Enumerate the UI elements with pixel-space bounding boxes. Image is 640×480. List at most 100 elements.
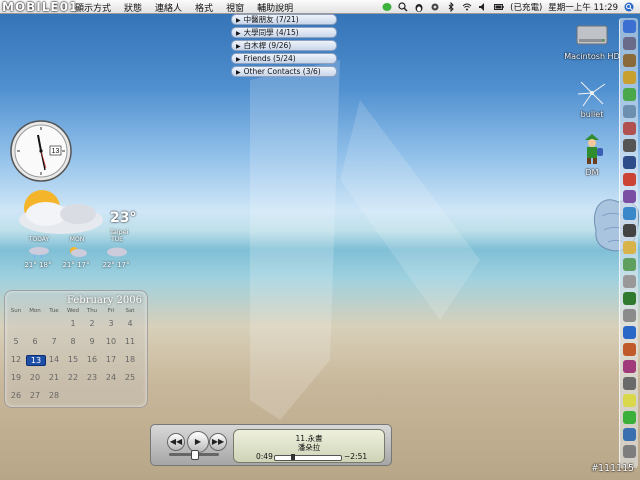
calendar-day[interactable]: 16 (83, 355, 101, 364)
contact-group-item[interactable]: ▶ 中醫朋友 (7/21) (231, 14, 337, 25)
next-track-button[interactable]: ▶▶ (209, 433, 227, 451)
previous-track-button[interactable]: ◀◀ (167, 433, 185, 451)
contact-group-item[interactable]: ▶ 白木桿 (9/26) (231, 40, 337, 51)
calendar-day[interactable]: 24 (102, 373, 120, 382)
dock-app-icon[interactable] (622, 309, 636, 322)
menu-help[interactable]: 輔助說明 (257, 1, 293, 14)
dock-app-icon[interactable] (622, 156, 636, 169)
dock-app-icon[interactable] (622, 411, 636, 424)
wifi-icon[interactable] (462, 2, 472, 12)
dock-app-icon[interactable] (622, 139, 636, 152)
dock-trash-icon[interactable] (622, 445, 636, 458)
gear-icon[interactable] (430, 2, 440, 12)
dock-app-icon[interactable] (622, 275, 636, 288)
dock-app-icon[interactable] (622, 207, 636, 220)
progress-knob[interactable] (290, 454, 295, 460)
disclosure-triangle-icon: ▶ (236, 30, 241, 37)
calendar-day[interactable]: 20 (26, 373, 44, 382)
dock-app-icon[interactable] (622, 241, 636, 254)
menu-view[interactable]: 顯示方式 (75, 1, 111, 14)
fast-forward-icon: ▶▶ (211, 437, 225, 446)
dock-app-icon[interactable] (622, 173, 636, 186)
calendar-month-title: February 2006 (67, 295, 142, 306)
calendar-day[interactable]: 8 (64, 337, 82, 346)
calendar-day[interactable]: 17 (102, 355, 120, 364)
dock-app-icon[interactable] (622, 122, 636, 135)
dock-app-icon[interactable] (622, 326, 636, 339)
forecast-temps: 21° 17° (62, 261, 90, 269)
spotlight-search-icon[interactable] (624, 2, 634, 12)
calendar-day[interactable]: 3 (102, 319, 120, 328)
desktop-icon-label: DM (585, 168, 599, 177)
calendar-today[interactable]: 13 (26, 355, 46, 366)
contact-group-item[interactable]: ▶ 大學同學 (4/15) (231, 27, 337, 38)
cloud-icon (107, 247, 127, 257)
battery-icon[interactable] (494, 2, 504, 12)
menubar-clock[interactable]: 星期一上午 11:29 (548, 1, 618, 13)
dock-app-icon[interactable] (622, 343, 636, 356)
calendar-day[interactable]: 1 (64, 319, 82, 328)
calendar-day[interactable]: 28 (45, 391, 63, 400)
remaining-time: −2:51 (344, 452, 368, 461)
volume-slider-knob[interactable] (191, 450, 199, 460)
contact-group-item[interactable]: ▶ Other Contacts (3/6) (231, 66, 337, 77)
bluetooth-icon[interactable] (446, 2, 456, 12)
dock-app-icon[interactable] (622, 394, 636, 407)
calendar-day[interactable]: 23 (83, 373, 101, 382)
desktop-icon-macintosh-hd[interactable]: Macintosh HD (562, 20, 622, 61)
menu-format[interactable]: 格式 (195, 1, 213, 14)
calendar-day[interactable]: 25 (121, 373, 139, 382)
desktop-icon-dm[interactable]: DM (572, 132, 612, 177)
calendar-day[interactable]: 14 (45, 355, 63, 364)
calendar-day[interactable]: 11 (121, 337, 139, 346)
progress-bar[interactable] (274, 454, 342, 461)
contact-group-item[interactable]: ▶ Friends (5/24) (231, 53, 337, 64)
dock-app-icon[interactable] (622, 88, 636, 101)
dock-app-icon[interactable] (622, 258, 636, 271)
calendar-day[interactable]: 5 (7, 337, 25, 346)
calendar-day[interactable]: 2 (83, 319, 101, 328)
calendar-day[interactable]: 15 (64, 355, 82, 364)
penguin-icon[interactable] (414, 2, 424, 12)
volume-icon[interactable] (478, 2, 488, 12)
menu-contacts[interactable]: 連絡人 (155, 1, 182, 14)
dock-app-icon[interactable] (622, 105, 636, 118)
calendar-day[interactable]: 12 (7, 355, 25, 364)
menu-status[interactable]: 狀態 (124, 1, 142, 14)
play-icon: ▶ (194, 437, 202, 446)
calendar-day[interactable]: 9 (83, 337, 101, 346)
calendar-day[interactable]: 18 (121, 355, 139, 364)
spotlight-icon[interactable] (398, 2, 408, 12)
calendar-day[interactable]: 6 (26, 337, 44, 346)
weather-widget[interactable]: 23° Taipei TODAY MON TUE 21° 18° 21° 17°… (0, 184, 140, 276)
current-temperature: 23° (110, 210, 137, 226)
hard-drive-icon (576, 25, 608, 45)
mobile01-logo: MOBILE01 (2, 0, 79, 14)
dock-app-icon[interactable] (622, 360, 636, 373)
dock-app-icon[interactable] (622, 37, 636, 50)
dock-app-icon[interactable] (622, 224, 636, 237)
calendar-day[interactable]: 10 (102, 337, 120, 346)
calendar-widget[interactable]: February 2006 Sun Mon Tue Wed Thu Fri Sat 1 2 3 4 5… (4, 290, 148, 408)
dock-app-icon[interactable] (622, 377, 636, 390)
calendar-day[interactable]: 22 (64, 373, 82, 382)
calendar-day[interactable]: 4 (121, 319, 139, 328)
sun-cloud-icon (70, 247, 87, 257)
calendar-day[interactable]: 27 (26, 391, 44, 400)
dock-app-icon[interactable] (622, 71, 636, 84)
desktop-icon-bullet[interactable]: bullet (570, 78, 614, 119)
dock-finder-icon[interactable] (622, 20, 636, 33)
calendar-day[interactable]: 26 (7, 391, 25, 400)
calendar-day[interactable]: 21 (45, 373, 63, 382)
volume-slider[interactable] (169, 450, 219, 460)
chat-status-icon[interactable] (382, 2, 392, 12)
calendar-day[interactable]: 19 (7, 373, 25, 382)
dock-app-icon[interactable] (622, 428, 636, 441)
menu-window[interactable]: 視窗 (226, 1, 244, 14)
dock (619, 18, 638, 468)
dock-app-icon[interactable] (622, 54, 636, 67)
calendar-day[interactable]: 7 (45, 337, 63, 346)
dock-app-icon[interactable] (622, 292, 636, 305)
dock-app-icon[interactable] (622, 190, 636, 203)
clock-widget[interactable]: 13 (10, 120, 72, 182)
